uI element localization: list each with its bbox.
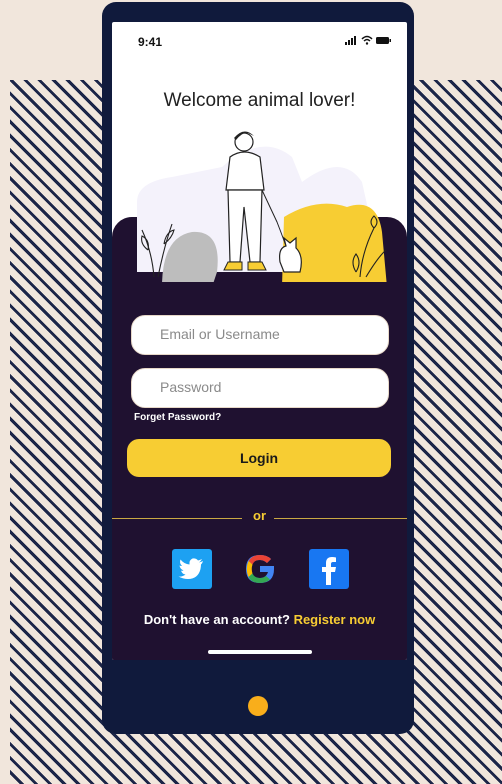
email-placeholder: Email or Username xyxy=(160,326,280,342)
register-link[interactable]: Register now xyxy=(294,612,376,627)
status-time: 9:41 xyxy=(138,35,163,49)
divider-right xyxy=(274,518,407,519)
wifi-icon xyxy=(361,35,373,45)
signup-row: Don't have an account? Register now xyxy=(112,612,407,627)
status-icons xyxy=(345,35,391,45)
dog-walker-illustration xyxy=(137,131,387,282)
home-indicator xyxy=(208,650,312,654)
battery-icon xyxy=(376,37,391,44)
password-placeholder: Password xyxy=(160,379,222,395)
email-field[interactable]: Email or Username xyxy=(131,315,389,355)
google-login-button[interactable] xyxy=(240,549,280,589)
google-icon xyxy=(246,555,274,583)
facebook-icon xyxy=(322,557,336,585)
or-separator: or xyxy=(253,508,266,523)
home-button[interactable] xyxy=(248,696,268,716)
signup-prompt: Don't have an account? xyxy=(143,612,290,627)
welcome-heading: Welcome animal lover! xyxy=(163,90,356,111)
facebook-login-button[interactable] xyxy=(309,549,349,589)
forgot-password-link[interactable]: Forget Password? xyxy=(134,412,221,423)
login-button[interactable]: Login xyxy=(127,439,391,477)
twitter-icon xyxy=(178,558,203,579)
login-screen: 9:41 Welcome animal lover! Email or User… xyxy=(112,22,407,660)
signal-icon xyxy=(345,36,356,45)
twitter-login-button[interactable] xyxy=(172,549,212,589)
password-field[interactable]: Password xyxy=(131,368,389,408)
